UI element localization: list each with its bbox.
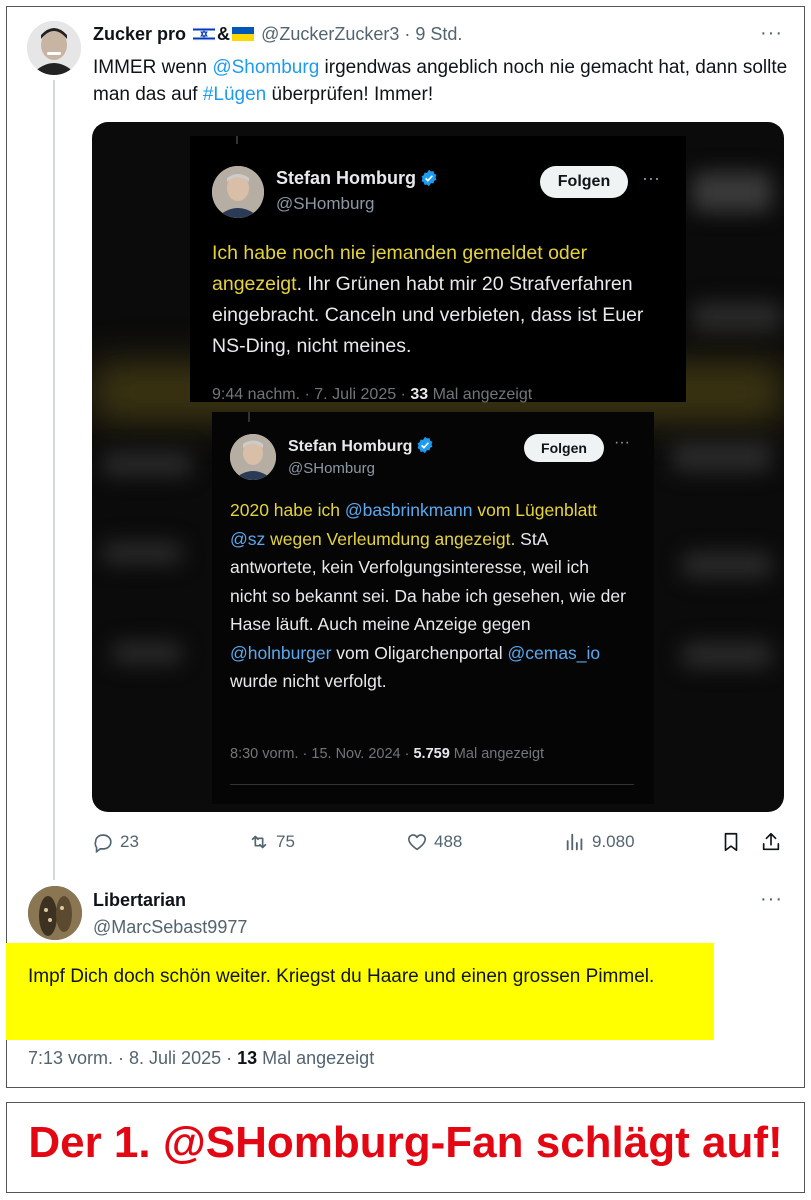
caption-text: Der 1. @SHomburg-Fan schlägt auf!: [28, 1118, 783, 1167]
bookmark-button[interactable]: [720, 831, 742, 853]
bookmark-icon: [724, 832, 738, 852]
reply-author-name[interactable]: Libertarian: [93, 890, 186, 911]
thread-line: [53, 80, 55, 880]
card-author-handle: @SHomburg: [276, 194, 375, 213]
card-author-name: Stefan Homburg: [276, 168, 438, 189]
reply-button[interactable]: 23: [92, 831, 139, 853]
like-button[interactable]: 488: [406, 831, 462, 853]
tweet-media-image[interactable]: Stefan Homburg @SHomburg Folgen ··· Ich …: [92, 122, 784, 812]
heart-icon: [407, 834, 427, 851]
more-options-icon[interactable]: ···: [760, 22, 783, 45]
reply-text: Impf Dich doch schön weiter. Kriegst du …: [28, 966, 655, 987]
israel-flag-icon: [193, 27, 216, 41]
view-count: 9.080: [592, 832, 635, 851]
card-thread-line: [236, 136, 238, 144]
tweet-text-part: überprüfen! Immer!: [266, 84, 434, 105]
verified-badge-icon: [418, 436, 433, 454]
reply-count: 23: [120, 832, 139, 851]
analytics-icon: [566, 833, 583, 851]
card-author-name: Stefan Homburg: [288, 436, 434, 456]
author-handle[interactable]: @ZuckerZucker3: [261, 24, 399, 44]
repost-button[interactable]: 75: [248, 831, 295, 853]
card-more-icon: ···: [642, 168, 660, 188]
author-name[interactable]: Zucker pro: [93, 24, 186, 44]
card-thread-line: [248, 412, 250, 422]
card-divider: [230, 784, 634, 785]
reply-meta: 7:13 vorm. · 8. Juli 2025 · 13 Mal angez…: [28, 1048, 375, 1068]
like-count: 488: [434, 832, 463, 851]
tweet-text-part: IMMER wenn: [93, 57, 213, 78]
share-button[interactable]: [760, 831, 782, 853]
tweet-text: IMMER wenn @Shomburg irgendwas angeblich…: [93, 54, 793, 108]
hashtag-link[interactable]: #Lügen: [203, 84, 266, 105]
card-post-text: 2020 habe ich @basbrinkmann vom Lügenbla…: [230, 500, 626, 691]
share-icon: [762, 832, 780, 851]
card-post-meta: 8:30 vorm. · 15. Nov. 2024 · 5.759 Mal a…: [230, 746, 545, 762]
card-post-meta: 9:44 nachm. · 7. Juli 2025 · 33 Mal ange…: [212, 386, 533, 403]
reply-more-options-icon[interactable]: ···: [760, 888, 783, 911]
mention-link[interactable]: @Shomburg: [212, 57, 319, 78]
name-suffix: &: [217, 24, 231, 44]
author-avatar[interactable]: [27, 21, 81, 75]
follow-button: Folgen: [540, 166, 628, 198]
quoted-post-card-1: Stefan Homburg @SHomburg Folgen ··· Ich …: [190, 136, 686, 403]
ukraine-flag-icon: [232, 27, 255, 41]
quoted-post-card-2: Stefan Homburg @SHomburg Folgen ··· 2020…: [212, 412, 654, 804]
caption-box: Der 1. @SHomburg-Fan schlägt auf!: [6, 1102, 805, 1193]
repost-icon: [251, 835, 267, 849]
card-avatar: [212, 166, 264, 218]
card-avatar: [230, 434, 276, 480]
repost-count: 75: [276, 832, 295, 851]
card-more-icon: ···: [614, 434, 630, 451]
reply-author-avatar[interactable]: [28, 886, 82, 940]
separator-dot: ·: [404, 24, 411, 44]
tweet-time[interactable]: 9 Std.: [415, 24, 462, 44]
views-button[interactable]: 9.080: [564, 831, 635, 853]
follow-button: Folgen: [524, 434, 604, 462]
reply-author-handle[interactable]: @MarcSebast9977: [93, 917, 247, 938]
verified-badge-icon: [421, 169, 437, 187]
reply-icon: [94, 834, 112, 853]
card-author-handle: @SHomburg: [288, 460, 375, 477]
tweet-header: Zucker pro & @ZuckerZucker3 · 9 Std.: [93, 24, 462, 45]
card-post-text: Ich habe noch nie jemanden gemeldet oder…: [212, 242, 644, 357]
